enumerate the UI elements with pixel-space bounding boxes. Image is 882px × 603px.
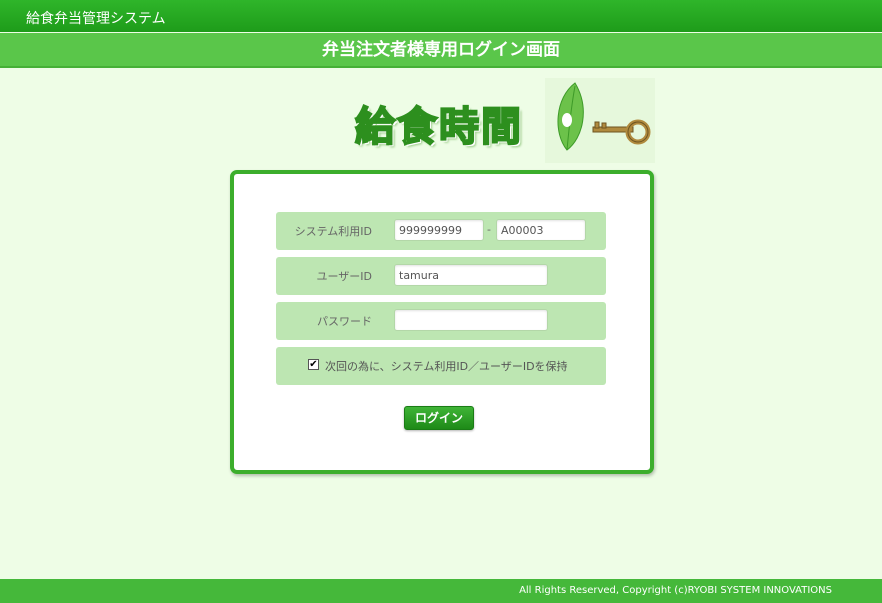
login-panel: システム利用ID - ユーザーID パスワード ✔ 次回の為に、システム利用ID… <box>230 170 654 474</box>
login-button[interactable]: ログイン <box>404 406 474 430</box>
system-id-row: システム利用ID - <box>276 212 606 250</box>
password-row: パスワード <box>276 302 606 340</box>
remember-label[interactable]: 次回の為に、システム利用ID／ユーザーIDを保持 <box>325 358 568 374</box>
password-input[interactable] <box>394 309 548 331</box>
page-title: 弁当注文者様専用ログイン画面 <box>322 40 560 60</box>
footer: All Rights Reserved, Copyright (c)RYOBI … <box>0 579 882 603</box>
page-header: 弁当注文者様専用ログイン画面 <box>0 33 882 68</box>
user-id-input[interactable] <box>394 264 548 286</box>
system-id-separator: - <box>487 223 491 236</box>
system-id-suffix-input[interactable] <box>496 219 586 241</box>
system-id-input[interactable] <box>394 219 484 241</box>
copyright-text: All Rights Reserved, Copyright (c)RYOBI … <box>519 585 832 596</box>
system-id-label: システム利用ID <box>294 225 372 238</box>
user-id-label: ユーザーID <box>316 270 373 283</box>
logo: 給食時間 <box>354 78 655 163</box>
logo-graphic <box>545 78 655 163</box>
password-label: パスワード <box>317 315 372 328</box>
logo-text: 給食時間 <box>354 103 523 151</box>
app-title: 給食弁当管理システム <box>26 11 166 27</box>
app-header: 給食弁当管理システム <box>0 0 882 32</box>
remember-checkbox[interactable]: ✔ <box>308 359 319 370</box>
remember-row: ✔ 次回の為に、システム利用ID／ユーザーIDを保持 <box>276 347 606 385</box>
user-id-row: ユーザーID <box>276 257 606 295</box>
